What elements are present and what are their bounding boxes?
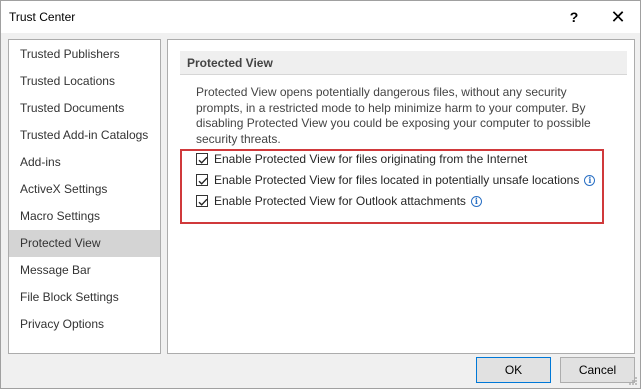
sidebar-item-activex-settings[interactable]: ActiveX Settings bbox=[9, 176, 160, 203]
sidebar-item-trusted-locations[interactable]: Trusted Locations bbox=[9, 68, 160, 95]
sidebar-item-trusted-addin-catalogs[interactable]: Trusted Add-in Catalogs bbox=[9, 122, 160, 149]
sidebar-item-protected-view[interactable]: Protected View bbox=[9, 230, 160, 257]
section-title: Protected View bbox=[180, 51, 627, 75]
trust-center-dialog: Trust Center ? ✕ Trusted Publishers Trus… bbox=[0, 0, 641, 389]
option-unsafe-locations-label: Enable Protected View for files located … bbox=[214, 173, 580, 187]
option-outlook-attachments-label: Enable Protected View for Outlook attach… bbox=[214, 194, 466, 208]
info-icon[interactable]: i bbox=[470, 195, 482, 207]
option-unsafe-locations[interactable]: Enable Protected View for files located … bbox=[196, 171, 596, 189]
content-panel: Protected View Protected View opens pote… bbox=[167, 39, 635, 354]
sidebar: Trusted Publishers Trusted Locations Tru… bbox=[8, 39, 161, 354]
option-internet[interactable]: Enable Protected View for files originat… bbox=[196, 150, 527, 168]
description-text: Protected View opens potentially dangero… bbox=[196, 85, 591, 146]
checkbox-outlook-attachments[interactable] bbox=[196, 195, 208, 207]
sidebar-item-macro-settings[interactable]: Macro Settings bbox=[9, 203, 160, 230]
cancel-button[interactable]: Cancel bbox=[560, 357, 635, 383]
option-internet-label: Enable Protected View for files originat… bbox=[214, 152, 528, 166]
help-button[interactable]: ? bbox=[552, 1, 596, 33]
sidebar-item-trusted-publishers[interactable]: Trusted Publishers bbox=[9, 41, 160, 68]
dialog-title: Trust Center bbox=[9, 10, 76, 24]
ok-button[interactable]: OK bbox=[476, 357, 551, 383]
title-bar: Trust Center ? ✕ bbox=[1, 1, 640, 33]
sidebar-item-message-bar[interactable]: Message Bar bbox=[9, 257, 160, 284]
sidebar-item-addins[interactable]: Add-ins bbox=[9, 149, 160, 176]
resize-grip-icon[interactable] bbox=[628, 376, 638, 386]
sidebar-item-trusted-documents[interactable]: Trusted Documents bbox=[9, 95, 160, 122]
sidebar-item-privacy-options[interactable]: Privacy Options bbox=[9, 311, 160, 338]
checkbox-unsafe-locations[interactable] bbox=[196, 174, 208, 186]
info-icon[interactable]: i bbox=[584, 174, 596, 186]
sidebar-item-file-block-settings[interactable]: File Block Settings bbox=[9, 284, 160, 311]
checkbox-internet[interactable] bbox=[196, 153, 208, 165]
close-button[interactable]: ✕ bbox=[596, 1, 640, 33]
option-outlook-attachments[interactable]: Enable Protected View for Outlook attach… bbox=[196, 192, 482, 210]
